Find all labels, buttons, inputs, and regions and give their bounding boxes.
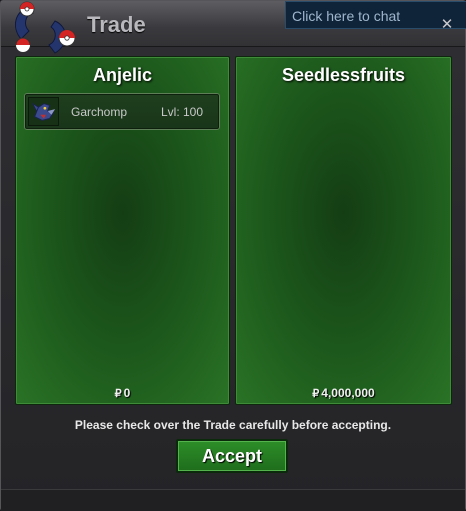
accept-button[interactable]: Accept [176, 439, 288, 473]
left-money-value: 0 [123, 386, 131, 400]
right-money-value: 4,000,000 [321, 386, 375, 400]
left-money: ₽0 [16, 386, 229, 400]
pokemon-level: Lvl: 100 [161, 105, 204, 119]
pokedollar-icon: ₽ [312, 388, 320, 400]
pokemon-name: Garchomp [71, 105, 128, 119]
pokemon-slot[interactable]: Garchomp Lvl: 100 [24, 93, 220, 130]
trade-notice: Please check over the Trade carefully be… [74, 418, 392, 432]
garchomp-sprite-icon [28, 97, 59, 126]
window-title: Trade [87, 12, 146, 37]
left-trade-panel: Anjelic Garchomp Lvl: 100 ₽0 [15, 56, 230, 405]
bottom-strip [1, 489, 465, 511]
right-player-name: Seedlessfruits [281, 65, 406, 85]
right-trade-panel: Seedlessfruits ₽4,000,000 [235, 56, 452, 405]
pokedollar-icon: ₽ [114, 388, 122, 400]
close-icon[interactable]: ✕ [439, 17, 455, 33]
right-money: ₽4,000,000 [236, 386, 451, 400]
pokeball-emblem-icon [14, 1, 76, 54]
left-player-name: Anjelic [92, 65, 153, 85]
trade-window: Trade Click here to chat ✕ Anjelic Garch… [0, 0, 466, 511]
